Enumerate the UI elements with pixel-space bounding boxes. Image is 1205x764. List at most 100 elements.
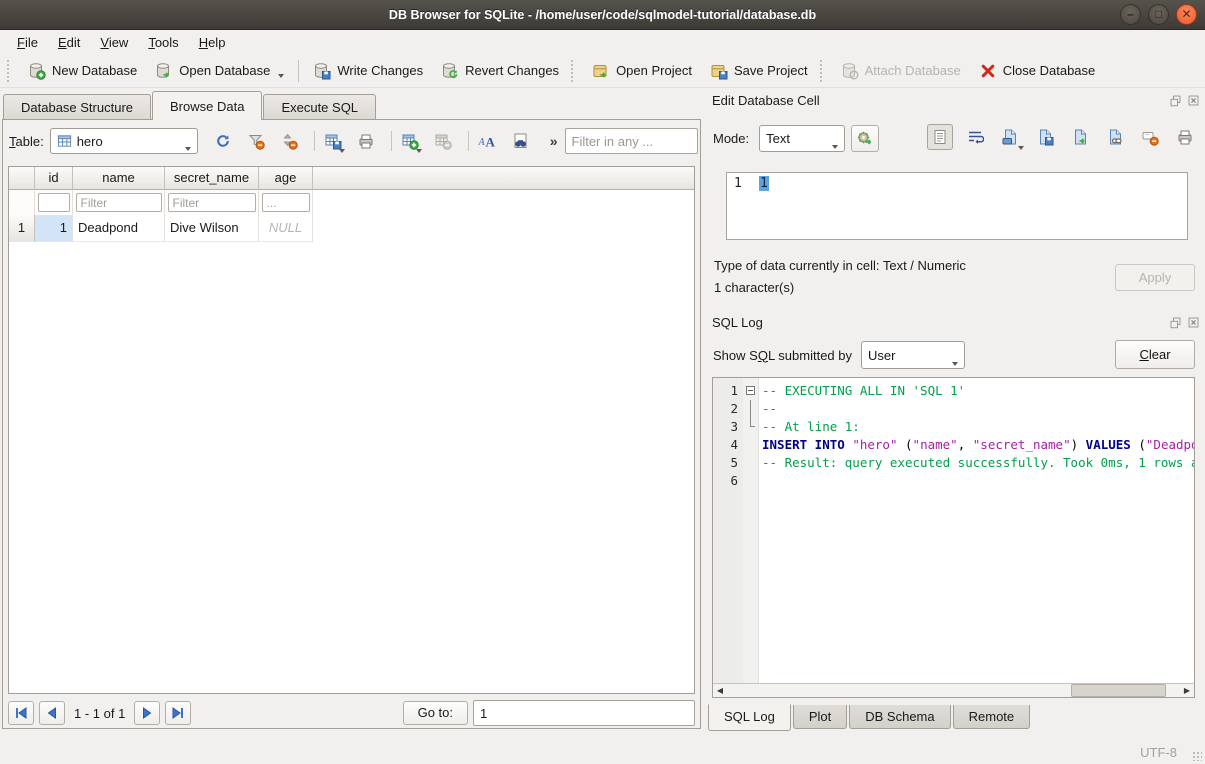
cell-editor[interactable]: 1 1	[726, 172, 1188, 240]
minimize-button[interactable]: –	[1120, 4, 1141, 25]
chevron-down-icon[interactable]	[278, 74, 284, 78]
cell-name[interactable]: Deadpond	[73, 215, 165, 242]
cell-id[interactable]: 1	[35, 215, 73, 242]
tab-browse-data[interactable]: Browse Data	[152, 91, 262, 120]
mode-settings-button[interactable]	[851, 125, 879, 152]
goto-input[interactable]	[473, 700, 695, 726]
tab-execute-sql[interactable]: Execute SQL	[263, 94, 376, 119]
scrollbar-track[interactable]	[727, 684, 1180, 697]
title-bar[interactable]: DB Browser for SQLite - /home/user/code/…	[0, 0, 1205, 30]
sql-log-dock-float-button[interactable]	[1168, 315, 1182, 329]
toolbar-handle[interactable]	[820, 60, 825, 82]
scroll-left-icon[interactable]: ◀	[713, 684, 727, 697]
toolbar-handle[interactable]	[7, 60, 12, 82]
clear-sort-button[interactable]	[276, 128, 302, 154]
cell-secret-name[interactable]: Dive Wilson	[165, 215, 259, 242]
column-header-id[interactable]: id	[35, 167, 73, 190]
dock-tab-plot[interactable]: Plot	[793, 705, 847, 729]
nav-prev-button[interactable]	[39, 701, 65, 725]
maximize-button[interactable]: □	[1148, 4, 1169, 25]
write-changes-button[interactable]: Write Changes	[304, 58, 432, 84]
filter-input-name[interactable]	[76, 193, 162, 212]
close-database-button[interactable]: Close Database	[970, 58, 1105, 84]
revert-changes-button[interactable]: Revert Changes	[432, 58, 568, 84]
chevron-down-icon	[416, 149, 422, 153]
nav-next-button[interactable]	[134, 701, 160, 725]
set-null-button[interactable]	[1137, 124, 1163, 150]
link-file-button[interactable]	[1102, 124, 1128, 150]
sql-fold-margin[interactable]	[743, 378, 759, 683]
sql-log-dock-close-button[interactable]	[1186, 315, 1200, 329]
edit-cell-dock-close-button[interactable]	[1186, 93, 1200, 107]
browse-tab-page: Table: hero AA » idnamesecret_nameage 11…	[2, 119, 701, 729]
filter-any-input[interactable]	[565, 128, 698, 154]
print-button[interactable]	[1172, 124, 1198, 150]
menu-edit[interactable]: Edit	[49, 32, 89, 53]
fold-collapse-icon[interactable]	[746, 386, 755, 395]
column-header-name[interactable]: name	[73, 167, 165, 190]
menu-help[interactable]: Help	[190, 32, 235, 53]
new-database-button[interactable]: New Database	[19, 58, 146, 84]
mode-select[interactable]: Text	[759, 125, 845, 152]
doc-text-button[interactable]	[927, 124, 953, 150]
chevron-down-icon	[1018, 146, 1024, 150]
table-select[interactable]: hero	[50, 128, 198, 154]
edit-cell-dock-float-button[interactable]	[1168, 93, 1182, 107]
insert-row-button[interactable]	[397, 128, 423, 154]
data-grid[interactable]: idnamesecret_nameage 11DeadpondDive Wils…	[8, 166, 695, 694]
filter-input-age[interactable]	[262, 193, 310, 212]
nav-next-icon	[139, 706, 155, 720]
cell-age[interactable]: NULL	[259, 215, 313, 242]
export-file-button[interactable]	[1067, 124, 1093, 150]
open-database-button[interactable]: Open Database	[146, 58, 293, 84]
menu-bar: FileEditViewToolsHelp	[0, 30, 1205, 54]
toolbar-overflow-chevron[interactable]: »	[550, 133, 558, 149]
tab-database-structure[interactable]: Database Structure	[3, 94, 151, 119]
sql-log-editor[interactable]: 123456 -- EXECUTING ALL IN 'SQL 1'---- A…	[712, 377, 1195, 698]
dock-tab-remote[interactable]: Remote	[953, 705, 1031, 729]
apply-button[interactable]: Apply	[1115, 264, 1195, 291]
encoding-indicator[interactable]: UTF-8	[1140, 745, 1177, 760]
nav-last-button[interactable]	[165, 701, 191, 725]
word-wrap-button[interactable]	[962, 124, 988, 150]
column-header-secret-name[interactable]: secret_name	[165, 167, 259, 190]
nav-first-button[interactable]	[8, 701, 34, 725]
scroll-right-icon[interactable]: ▶	[1180, 684, 1194, 697]
print-button[interactable]	[353, 128, 379, 154]
menu-file[interactable]: File	[8, 32, 47, 53]
resize-grip[interactable]	[1192, 751, 1202, 761]
scrollbar-thumb[interactable]	[1071, 684, 1166, 697]
toolbar-handle[interactable]	[571, 60, 576, 82]
goto-button[interactable]: Go to:	[403, 701, 468, 725]
menu-view[interactable]: View	[91, 32, 137, 53]
dock-tab-db-schema[interactable]: DB Schema	[849, 705, 950, 729]
font-button[interactable]: AA	[474, 128, 500, 154]
filter-input-id[interactable]	[38, 193, 70, 212]
find-button[interactable]	[507, 128, 533, 154]
sql-horizontal-scrollbar[interactable]: ◀ ▶	[713, 683, 1194, 697]
dock-tab-sql-log[interactable]: SQL Log	[708, 704, 791, 731]
fold-marker[interactable]	[743, 382, 758, 400]
menu-tools[interactable]: Tools	[139, 32, 187, 53]
refresh-button[interactable]	[210, 128, 236, 154]
nav-prev-icon	[44, 706, 60, 720]
filter-input-secret-name[interactable]	[168, 193, 256, 212]
sql-line-number: 6	[713, 472, 738, 490]
close-button[interactable]: ✕	[1176, 4, 1197, 25]
clear-filter-button[interactable]	[243, 128, 269, 154]
column-header-age[interactable]: age	[259, 167, 313, 190]
save-project-label: Save Project	[734, 63, 808, 78]
clear-log-button[interactable]: Clear	[1115, 340, 1195, 369]
sql-submitter-select[interactable]: User	[861, 341, 965, 369]
cell-type-info: Type of data currently in cell: Text / N…	[714, 258, 966, 273]
open-project-button[interactable]: Open Project	[583, 58, 701, 84]
svg-text:A: A	[485, 135, 495, 150]
refresh-icon	[214, 132, 232, 150]
import-file-button[interactable]	[997, 124, 1023, 150]
row-header[interactable]: 1	[9, 215, 35, 242]
save-table-button[interactable]	[320, 128, 346, 154]
save-file-button[interactable]	[1032, 124, 1058, 150]
window-title: DB Browser for SQLite - /home/user/code/…	[389, 8, 816, 22]
cell-editor-text[interactable]: 1	[753, 173, 769, 239]
save-project-button[interactable]: Save Project	[701, 58, 817, 84]
